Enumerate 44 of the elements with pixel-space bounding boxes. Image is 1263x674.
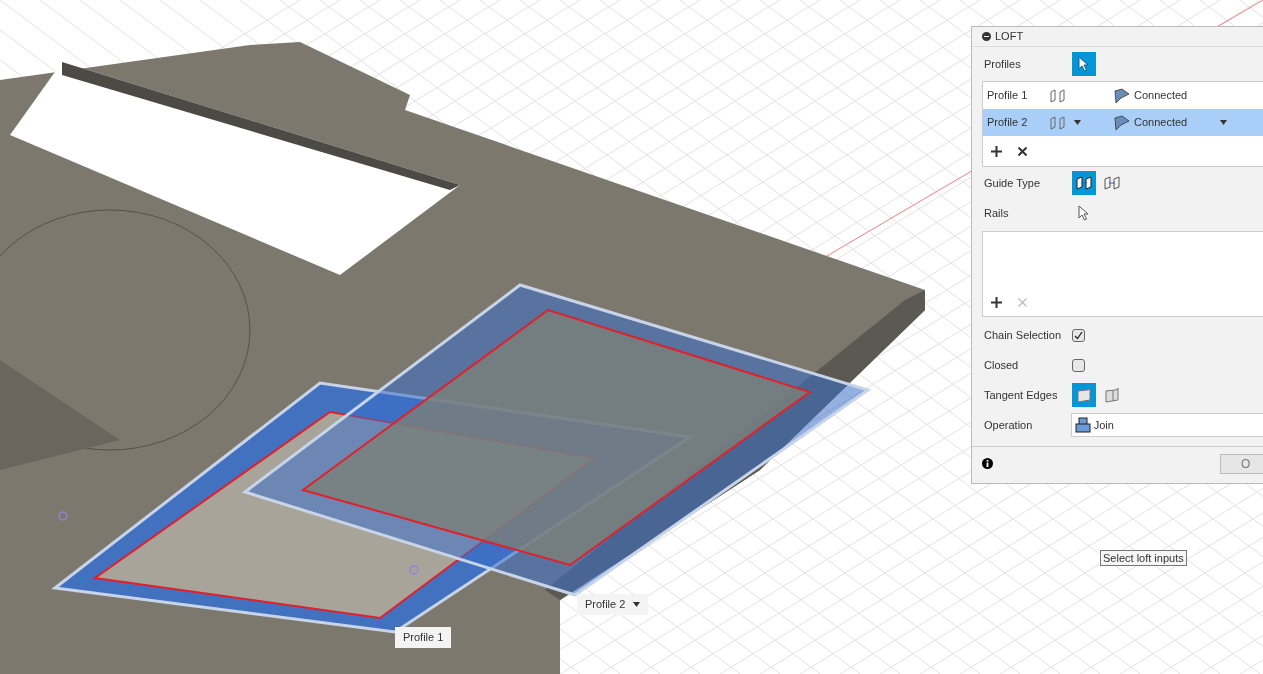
- ok-button[interactable]: O: [1220, 453, 1263, 474]
- caret-icon[interactable]: [1220, 120, 1227, 125]
- add-icon[interactable]: [991, 145, 1002, 157]
- field-label: Profiles: [984, 56, 1022, 72]
- profile-name: Profile 2: [987, 115, 1029, 131]
- field-label: Operation: [984, 417, 1034, 433]
- surface-icon: [1113, 87, 1131, 104]
- field-label: Rails: [984, 205, 1010, 221]
- tooltip: Select loft inputs: [1100, 550, 1187, 566]
- field-label: Guide Type: [984, 175, 1042, 191]
- tangent-option-button[interactable]: [1072, 383, 1096, 407]
- checkbox[interactable]: [1072, 328, 1085, 342]
- centerline-icon: [1103, 175, 1121, 191]
- info-icon[interactable]: [982, 458, 993, 469]
- add-icon[interactable]: [991, 296, 1002, 308]
- split-face-icon: [1104, 387, 1120, 403]
- field-label: Chain Selection: [984, 327, 1063, 343]
- profile-label[interactable]: Profile 2: [577, 594, 649, 615]
- guide-type-button[interactable]: [1072, 171, 1096, 195]
- caret-icon[interactable]: [1074, 120, 1081, 125]
- field-label: Closed: [984, 357, 1020, 373]
- condition-value: Connected: [1134, 115, 1189, 131]
- condition-value: Connected: [1134, 88, 1189, 104]
- field-label: Tangent Edges: [984, 387, 1059, 403]
- smooth-face-icon: [1076, 387, 1092, 403]
- profile-row[interactable]: Profile 2 Connected: [983, 109, 1263, 136]
- panel-title: LOFT: [995, 29, 1024, 45]
- join-icon: [1074, 417, 1091, 433]
- surface-icon: [1113, 114, 1131, 131]
- profile-label[interactable]: Profile 1: [395, 627, 452, 648]
- collapse-icon[interactable]: [982, 32, 991, 41]
- pointer-icon[interactable]: [1078, 56, 1090, 72]
- direction-icon: [1049, 88, 1066, 103]
- pointer-icon[interactable]: [1078, 205, 1090, 221]
- check-icon: [1074, 330, 1083, 340]
- remove-icon[interactable]: [1018, 146, 1027, 156]
- profile-name: Profile 1: [987, 88, 1029, 104]
- caret-icon[interactable]: [633, 602, 641, 607]
- operation-dropdown[interactable]: Join: [1070, 413, 1263, 437]
- profile-row[interactable]: Profile 1 Connected: [983, 82, 1263, 109]
- select-button[interactable]: [1072, 52, 1096, 76]
- checkbox[interactable]: [1072, 358, 1085, 372]
- direction-icon: [1049, 115, 1066, 130]
- rails-icon: [1075, 175, 1093, 191]
